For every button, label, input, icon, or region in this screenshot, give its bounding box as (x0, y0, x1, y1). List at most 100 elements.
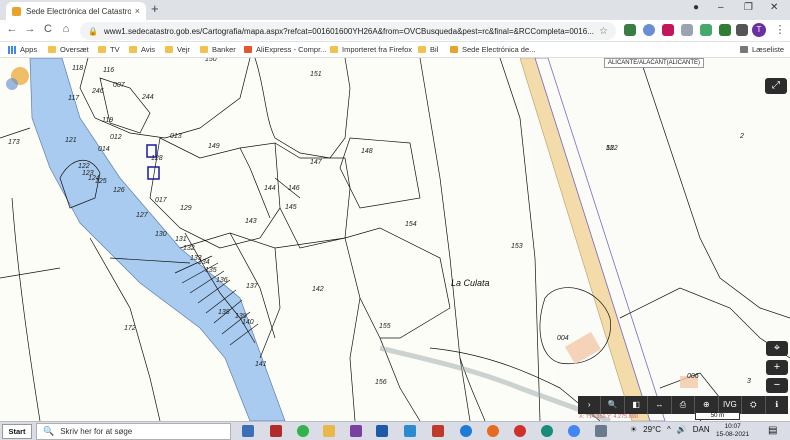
settings-icon[interactable]: ⛭ (742, 396, 766, 414)
whatsapp-icon[interactable] (297, 425, 309, 437)
parcel-label: 121 (65, 137, 77, 144)
tab-catastro[interactable]: Sede Electrónica del Catastro - P × (6, 2, 146, 20)
bookmark-folder[interactable]: Importeret fra Firefox (330, 45, 412, 54)
extension-icon[interactable] (681, 24, 693, 36)
reading-list[interactable]: Læseliste (740, 45, 784, 54)
firefox-icon[interactable] (487, 425, 499, 437)
cadastral-map[interactable]: 118 116 007 246 117 244 119 012 013 121 … (0, 58, 790, 421)
close-window-button[interactable]: ✕ (770, 2, 778, 13)
tab-close-icon[interactable]: × (135, 6, 140, 16)
weather-temp[interactable]: 29°C (643, 425, 661, 434)
menu-icon[interactable]: ⋮ (772, 23, 788, 36)
measure-icon[interactable]: ↔ (648, 396, 672, 414)
puzzle-icon[interactable] (736, 24, 748, 36)
folder-icon (129, 46, 137, 53)
taskbar-search[interactable]: 🔍 Skriv her for at søge (36, 423, 231, 440)
language-indicator[interactable]: DAN (693, 425, 710, 434)
weather-icon[interactable]: ☀ (630, 425, 637, 434)
parcel-label: 149 (208, 143, 220, 150)
parcel-label: 151 (310, 71, 322, 78)
home-button[interactable]: ⌂ (58, 23, 74, 35)
extension-icon[interactable] (700, 24, 712, 36)
parcel-label: 155 (379, 323, 391, 330)
bookmark-star-icon[interactable]: ☆ (599, 26, 608, 37)
clock-time: 10:07 (724, 423, 741, 430)
map-toolbar: › 🔍 ◧ ↔ ⎙ ⊕ IVG ⛭ ℹ (578, 396, 788, 414)
extension-icon[interactable] (662, 24, 674, 36)
locate-button[interactable]: ⌖ (766, 341, 788, 356)
forward-button[interactable]: → (22, 23, 38, 35)
app-icon[interactable] (270, 425, 282, 437)
print-icon[interactable]: ⎙ (672, 396, 696, 414)
url-text[interactable]: www1.sedecatastro.gob.es/Cartografia/map… (104, 27, 599, 36)
parcel-label: 143 (245, 218, 257, 225)
shield-icon[interactable] (719, 24, 731, 36)
app-icon[interactable] (376, 425, 388, 437)
parcel-label: 004 (557, 335, 569, 342)
parcel-label: 52 (606, 145, 614, 152)
lock-icon: 🔒 (88, 26, 98, 36)
restore-button[interactable]: ❐ (744, 2, 753, 13)
parcel-label: 173 (8, 139, 20, 146)
parcel-label: 244 (141, 94, 154, 101)
bookmark-folder[interactable]: TV (98, 45, 120, 54)
parcel-label: 138 (218, 309, 230, 316)
chrome-icon[interactable] (568, 425, 580, 437)
onenote-icon[interactable] (350, 425, 362, 437)
bookmark-folder[interactable]: Avis (129, 45, 155, 54)
speaker-icon[interactable]: 🔊 (677, 425, 687, 434)
start-button[interactable]: Start (2, 424, 32, 439)
profile-avatar[interactable]: T (752, 23, 766, 37)
reload-button[interactable]: C (40, 23, 56, 35)
parcel-label: 140 (242, 319, 254, 326)
parcel-label: 129 (180, 205, 192, 212)
bookmark-catastro[interactable]: Sede Electrónica de... (450, 45, 535, 54)
tab-search-icon[interactable]: ● (693, 2, 699, 13)
fullscreen-icon[interactable]: ⤢ (765, 78, 787, 94)
parcel-label: 118 (72, 65, 83, 72)
app-icon[interactable] (404, 425, 416, 437)
extension-icon[interactable] (624, 24, 636, 36)
bookmark-folder[interactable]: Bil (418, 45, 438, 54)
aliexpress-icon (244, 46, 252, 53)
search-icon[interactable]: 🔍 (601, 396, 625, 414)
app-icon[interactable] (460, 425, 472, 437)
parcel-label: 017 (155, 197, 168, 204)
place-name-label: La Culata (451, 278, 490, 288)
info-icon[interactable]: ℹ (766, 396, 788, 414)
map-canvas[interactable]: 118 116 007 246 117 244 119 012 013 121 … (0, 58, 790, 421)
new-tab-button[interactable]: + (151, 2, 159, 16)
notifications-icon[interactable]: ▤ (768, 425, 777, 436)
clock[interactable]: 10:07 15-08-2021 (716, 423, 749, 439)
folder-icon (48, 46, 56, 53)
bookmark-folder[interactable]: Oversæt (48, 45, 89, 54)
edge-icon[interactable] (541, 425, 553, 437)
task-view-icon[interactable] (242, 425, 254, 437)
zoom-out-button[interactable]: − (766, 378, 788, 393)
app-icon[interactable] (432, 425, 444, 437)
bookmark-folder[interactable]: Banker (200, 45, 236, 54)
parcel-label: 144 (264, 185, 276, 192)
address-bar[interactable]: 🔒 www1.sedecatastro.gob.es/Cartografia/m… (80, 22, 616, 40)
folder-icon (98, 46, 106, 53)
parcel-label: 127 (136, 212, 149, 219)
parcel-label: 2 (739, 133, 744, 140)
minimize-button[interactable]: – (718, 2, 724, 13)
toolbar-expand-icon[interactable]: › (578, 396, 602, 414)
zoom-in-button[interactable]: + (766, 360, 788, 375)
folder-icon (200, 46, 208, 53)
bookmark-aliexpress[interactable]: AliExpress - Compr... (244, 45, 326, 54)
layers-icon[interactable]: ◧ (625, 396, 649, 414)
bookmark-apps[interactable]: Apps (8, 45, 37, 54)
tray-expand-icon[interactable]: ^ (667, 425, 671, 434)
app-icon[interactable] (595, 425, 607, 437)
bookmark-folder[interactable]: Vejr (165, 45, 190, 54)
back-button[interactable]: ← (4, 23, 20, 35)
opera-icon[interactable] (514, 425, 526, 437)
taskbar: Start 🔍 Skriv her for at søge ☀ 29°C ^ 🔊… (0, 421, 790, 440)
building-004 (565, 331, 601, 365)
file-explorer-icon[interactable] (323, 425, 335, 437)
parcel-label: 117 (68, 95, 80, 102)
parcel-label: 007 (113, 82, 126, 89)
extension-icon[interactable] (643, 24, 655, 36)
